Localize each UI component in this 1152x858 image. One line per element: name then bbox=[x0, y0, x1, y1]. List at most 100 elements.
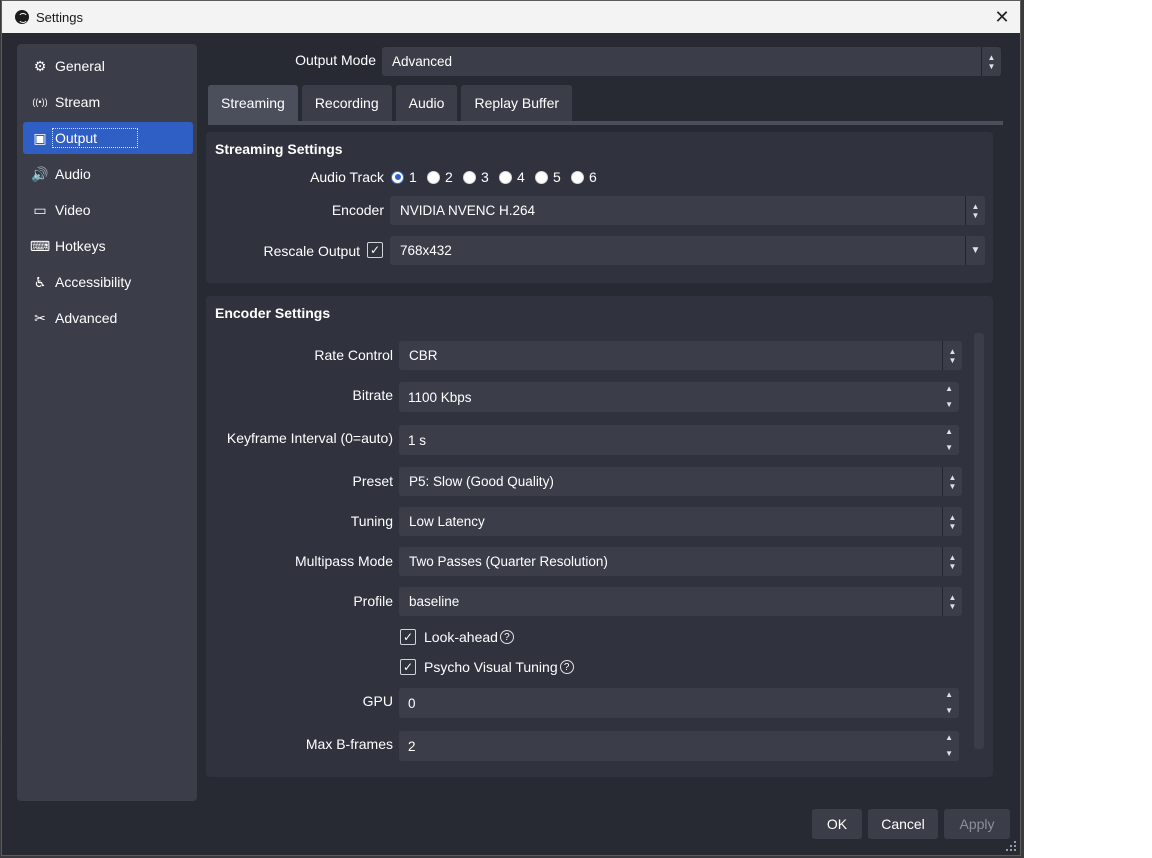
select-arrows-icon: ▲ ▼ bbox=[981, 47, 1001, 76]
bitrate-label: Bitrate bbox=[352, 387, 393, 403]
select-arrows-icon: ▲ ▼ bbox=[942, 547, 962, 576]
gpu-value: 0 bbox=[408, 695, 416, 711]
look-ahead-label: Look-ahead ? bbox=[424, 629, 514, 645]
preset-value: P5: Slow (Good Quality) bbox=[409, 474, 554, 489]
rescale-output-checkbox[interactable]: ✓ bbox=[367, 242, 383, 258]
output-mode-select[interactable]: Advanced ▲ ▼ bbox=[382, 47, 1001, 76]
encoder-select[interactable]: NVIDIA NVENC H.264 ▲ ▼ bbox=[390, 196, 985, 225]
broadcast-icon: ((•)) bbox=[32, 97, 48, 107]
cancel-button[interactable]: Cancel bbox=[868, 809, 938, 839]
sidebar-item-label: General bbox=[55, 58, 105, 74]
keyframe-interval-label: Keyframe Interval (0=auto) bbox=[226, 430, 393, 446]
audio-track-radio-2[interactable]: 2 bbox=[427, 169, 453, 185]
rate-control-select[interactable]: CBR ▲ ▼ bbox=[399, 341, 962, 370]
title-bar: Settings ✕ bbox=[2, 1, 1020, 33]
apply-button[interactable]: Apply bbox=[944, 809, 1010, 839]
sidebar-item-label: Stream bbox=[55, 94, 101, 110]
profile-select[interactable]: baseline ▲ ▼ bbox=[399, 587, 962, 616]
keyframe-interval-spinbox[interactable]: 1 s ▲ ▼ bbox=[399, 425, 959, 455]
rescale-resolution-value: 768x432 bbox=[400, 243, 452, 258]
sidebar-item-label: Audio bbox=[55, 166, 91, 182]
select-arrows-icon: ▲ ▼ bbox=[942, 507, 962, 536]
tab-recording[interactable]: Recording bbox=[301, 85, 392, 121]
audio-track-radio-4[interactable]: 4 bbox=[499, 169, 525, 185]
streaming-settings-group: Streaming Settings Audio Track 1 2 3 4 5… bbox=[206, 132, 993, 283]
max-b-frames-spinbox[interactable]: 2 ▲ ▼ bbox=[399, 731, 959, 761]
tab-audio[interactable]: Audio bbox=[395, 85, 458, 121]
output-icon: ▣ bbox=[33, 129, 47, 146]
profile-value: baseline bbox=[409, 594, 460, 609]
tuning-select[interactable]: Low Latency ▲ ▼ bbox=[399, 507, 962, 536]
close-icon[interactable]: ✕ bbox=[990, 5, 1014, 29]
audio-track-radio-1[interactable]: 1 bbox=[391, 169, 417, 185]
max-b-frames-value: 2 bbox=[408, 738, 416, 754]
sidebar-item-general[interactable]: ⚙ General bbox=[23, 50, 193, 82]
bitrate-value: 1100 Kbps bbox=[408, 389, 472, 405]
audio-track-radio-3[interactable]: 3 bbox=[463, 169, 489, 185]
encoder-settings-title: Encoder Settings bbox=[215, 305, 331, 321]
sidebar-item-label: Accessibility bbox=[55, 274, 132, 290]
spin-arrows-icon[interactable]: ▲ ▼ bbox=[945, 690, 953, 716]
psycho-visual-tuning-label: Psycho Visual Tuning ? bbox=[424, 659, 574, 675]
bitrate-spinbox[interactable]: 1100 Kbps ▲ ▼ bbox=[399, 382, 959, 412]
rescale-output-label: Rescale Output bbox=[263, 243, 361, 259]
window-title: Settings bbox=[36, 9, 83, 25]
sidebar-item-advanced[interactable]: ✂ Advanced bbox=[23, 302, 193, 334]
settings-window: Settings ✕ ⚙ General ((•)) Stream ▣ Outp… bbox=[1, 0, 1021, 856]
tuning-label: Tuning bbox=[350, 513, 393, 529]
encoder-value: NVIDIA NVENC H.264 bbox=[400, 203, 536, 218]
rescale-resolution-select[interactable]: 768x432 ▼ bbox=[390, 236, 985, 265]
keyboard-icon: ⌨ bbox=[29, 237, 51, 254]
preset-select[interactable]: P5: Slow (Good Quality) ▲ ▼ bbox=[399, 467, 962, 496]
audio-track-radio-6[interactable]: 6 bbox=[571, 169, 597, 185]
look-ahead-checkbox[interactable]: ✓ bbox=[400, 629, 416, 645]
psycho-visual-tuning-checkbox[interactable]: ✓ bbox=[400, 659, 416, 675]
select-arrows-icon: ▲ ▼ bbox=[965, 196, 985, 225]
sidebar-item-label: Advanced bbox=[55, 310, 118, 326]
sidebar-item-audio[interactable]: 🔊 Audio bbox=[23, 158, 193, 190]
spin-arrows-icon[interactable]: ▲ ▼ bbox=[945, 427, 953, 453]
tab-replay-buffer[interactable]: Replay Buffer bbox=[461, 85, 573, 121]
check-icon: ✓ bbox=[402, 660, 414, 674]
rate-control-label: Rate Control bbox=[314, 347, 393, 363]
encoder-settings-scrollbar[interactable] bbox=[974, 333, 984, 749]
gpu-label: GPU bbox=[362, 693, 393, 709]
sidebar-item-hotkeys[interactable]: ⌨ Hotkeys bbox=[23, 230, 193, 262]
help-icon[interactable]: ? bbox=[559, 660, 574, 674]
gear-icon: ⚙ bbox=[33, 57, 47, 74]
preset-label: Preset bbox=[352, 473, 393, 489]
audio-track-label: Audio Track bbox=[310, 169, 384, 185]
speaker-icon: 🔊 bbox=[31, 165, 49, 182]
select-arrows-icon: ▲ ▼ bbox=[942, 587, 962, 616]
sidebar-item-video[interactable]: ▭ Video bbox=[23, 194, 193, 226]
sidebar-item-output[interactable]: ▣ Output bbox=[23, 122, 193, 154]
check-icon: ✓ bbox=[402, 630, 414, 644]
help-icon[interactable]: ? bbox=[499, 630, 514, 644]
select-arrows-icon: ▲ ▼ bbox=[942, 341, 962, 370]
monitor-icon: ▭ bbox=[33, 201, 47, 218]
tuning-value: Low Latency bbox=[409, 514, 485, 529]
encoder-settings-group: Encoder Settings Rate Control CBR ▲ ▼ Bit… bbox=[206, 296, 993, 777]
spin-arrows-icon[interactable]: ▲ ▼ bbox=[945, 384, 953, 410]
tab-streaming[interactable]: Streaming bbox=[208, 85, 298, 121]
settings-sidebar: ⚙ General ((•)) Stream ▣ Output 🔊 Audio … bbox=[17, 44, 197, 801]
audio-track-radio-5[interactable]: 5 bbox=[535, 169, 561, 185]
rate-control-value: CBR bbox=[409, 348, 438, 363]
sidebar-item-label: Hotkeys bbox=[55, 238, 106, 254]
tools-icon: ✂ bbox=[34, 309, 46, 326]
ok-button[interactable]: OK bbox=[812, 809, 862, 839]
sidebar-item-accessibility[interactable]: ♿ Accessibility bbox=[23, 266, 193, 298]
spin-arrows-icon[interactable]: ▲ ▼ bbox=[945, 733, 953, 759]
sidebar-item-stream[interactable]: ((•)) Stream bbox=[23, 86, 193, 118]
streaming-settings-title: Streaming Settings bbox=[215, 141, 343, 157]
resize-grip-icon[interactable] bbox=[1006, 841, 1016, 851]
chevron-down-icon: ▼ bbox=[965, 236, 985, 265]
obs-logo-icon bbox=[15, 10, 29, 24]
multipass-mode-select[interactable]: Two Passes (Quarter Resolution) ▲ ▼ bbox=[399, 547, 962, 576]
accessibility-icon: ♿ bbox=[33, 273, 47, 290]
output-tabs: Streaming Recording Audio Replay Buffer bbox=[208, 85, 576, 121]
encoder-label: Encoder bbox=[331, 202, 384, 218]
gpu-spinbox[interactable]: 0 ▲ ▼ bbox=[399, 688, 959, 718]
check-icon: ✓ bbox=[369, 243, 381, 257]
output-mode-label: Output Mode bbox=[295, 52, 376, 68]
